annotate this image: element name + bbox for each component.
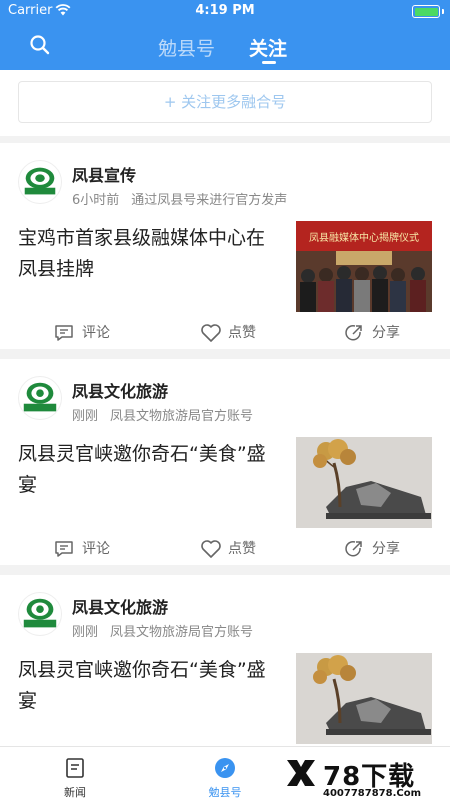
tab-following[interactable]: 关注 (249, 34, 287, 61)
site-watermark: 78下载 4007787878.Com (283, 756, 450, 800)
top-bar: Carrier 4:19 PM 勉县号 关注 (0, 0, 450, 70)
source-avatar[interactable] (18, 592, 62, 636)
article-thumbnail[interactable]: 凤县融媒体中心揭牌仪式 (296, 221, 432, 312)
active-tab-indicator (262, 61, 276, 64)
like-button[interactable]: 点赞 (200, 321, 260, 345)
comment-button[interactable]: 评论 (54, 537, 114, 561)
comment-button[interactable]: 评论 (54, 321, 114, 345)
comment-label: 评论 (82, 541, 110, 557)
comment-icon (55, 541, 73, 557)
post-meta: 刚刚 凤县文物旅游局官方账号 (72, 621, 253, 640)
tab-county-account[interactable]: 勉县号 (158, 34, 215, 61)
article-thumbnail[interactable] (296, 653, 432, 744)
follow-more-section: + 关注更多融合号 (0, 70, 450, 136)
follow-more-button[interactable]: + 关注更多融合号 (18, 81, 432, 123)
nav-news[interactable]: 新闻 (30, 747, 120, 800)
source-name[interactable]: 凤县文化旅游 (72, 378, 168, 402)
banner-caption: 凤县融媒体中心揭牌仪式 (309, 231, 419, 244)
share-icon (345, 540, 362, 557)
post-time: 刚刚 (72, 625, 99, 640)
share-label: 分享 (372, 541, 400, 557)
like-label: 点赞 (228, 325, 256, 341)
battery-icon (412, 5, 440, 18)
news-icon (66, 758, 84, 778)
source-name[interactable]: 凤县宣传 (72, 162, 136, 186)
feed-item[interactable]: 凤县文化旅游 刚刚 凤县文物旅游局官方账号 凤县灵官峡邀你奇石“美食”盛宴 评论 … (0, 359, 450, 565)
post-meta: 6小时前 通过凤县号来进行官方发声 (72, 189, 287, 208)
source-description: 凤县文物旅游局官方账号 (110, 409, 254, 424)
action-bar: 评论 点赞 分享 (0, 537, 450, 561)
source-description: 通过凤县号来进行官方发声 (131, 193, 288, 208)
source-avatar[interactable] (18, 376, 62, 420)
nav-county-label: 勉县号 (208, 786, 242, 799)
article-headline[interactable]: 凤县灵官峡邀你奇石“美食”盛宴 (18, 439, 280, 501)
share-icon (345, 324, 362, 341)
watermark-url: 4007787878.Com (323, 788, 422, 799)
nav-news-label: 新闻 (64, 786, 86, 799)
share-button[interactable]: 分享 (344, 321, 404, 345)
compass-icon (215, 758, 235, 778)
like-label: 点赞 (228, 541, 256, 557)
source-description: 凤县文物旅游局官方账号 (110, 625, 254, 640)
source-avatar[interactable] (18, 160, 62, 204)
watermark-logo-icon (287, 760, 315, 786)
heart-icon (201, 324, 221, 342)
status-time: 4:19 PM (195, 3, 255, 18)
share-label: 分享 (372, 325, 400, 341)
article-headline[interactable]: 宝鸡市首家县级融媒体中心在凤县挂牌 (18, 223, 280, 285)
article-headline[interactable]: 凤县灵官峡邀你奇石“美食”盛宴 (18, 655, 280, 717)
nav-county-account[interactable]: 勉县号 (180, 747, 270, 800)
post-time: 刚刚 (72, 409, 99, 424)
comment-label: 评论 (82, 325, 110, 341)
source-name[interactable]: 凤县文化旅游 (72, 594, 168, 618)
comment-icon (55, 325, 73, 341)
status-bar: Carrier 4:19 PM (0, 0, 450, 22)
search-icon[interactable] (28, 33, 52, 57)
heart-icon (201, 540, 221, 558)
action-bar: 评论 点赞 分享 (0, 321, 450, 345)
feed-item[interactable]: 凤县宣传 6小时前 通过凤县号来进行官方发声 宝鸡市首家县级融媒体中心在凤县挂牌 … (0, 143, 450, 349)
share-button[interactable]: 分享 (344, 537, 404, 561)
article-thumbnail[interactable] (296, 437, 432, 528)
post-meta: 刚刚 凤县文物旅游局官方账号 (72, 405, 253, 424)
post-time: 6小时前 (72, 193, 120, 208)
like-button[interactable]: 点赞 (200, 537, 260, 561)
